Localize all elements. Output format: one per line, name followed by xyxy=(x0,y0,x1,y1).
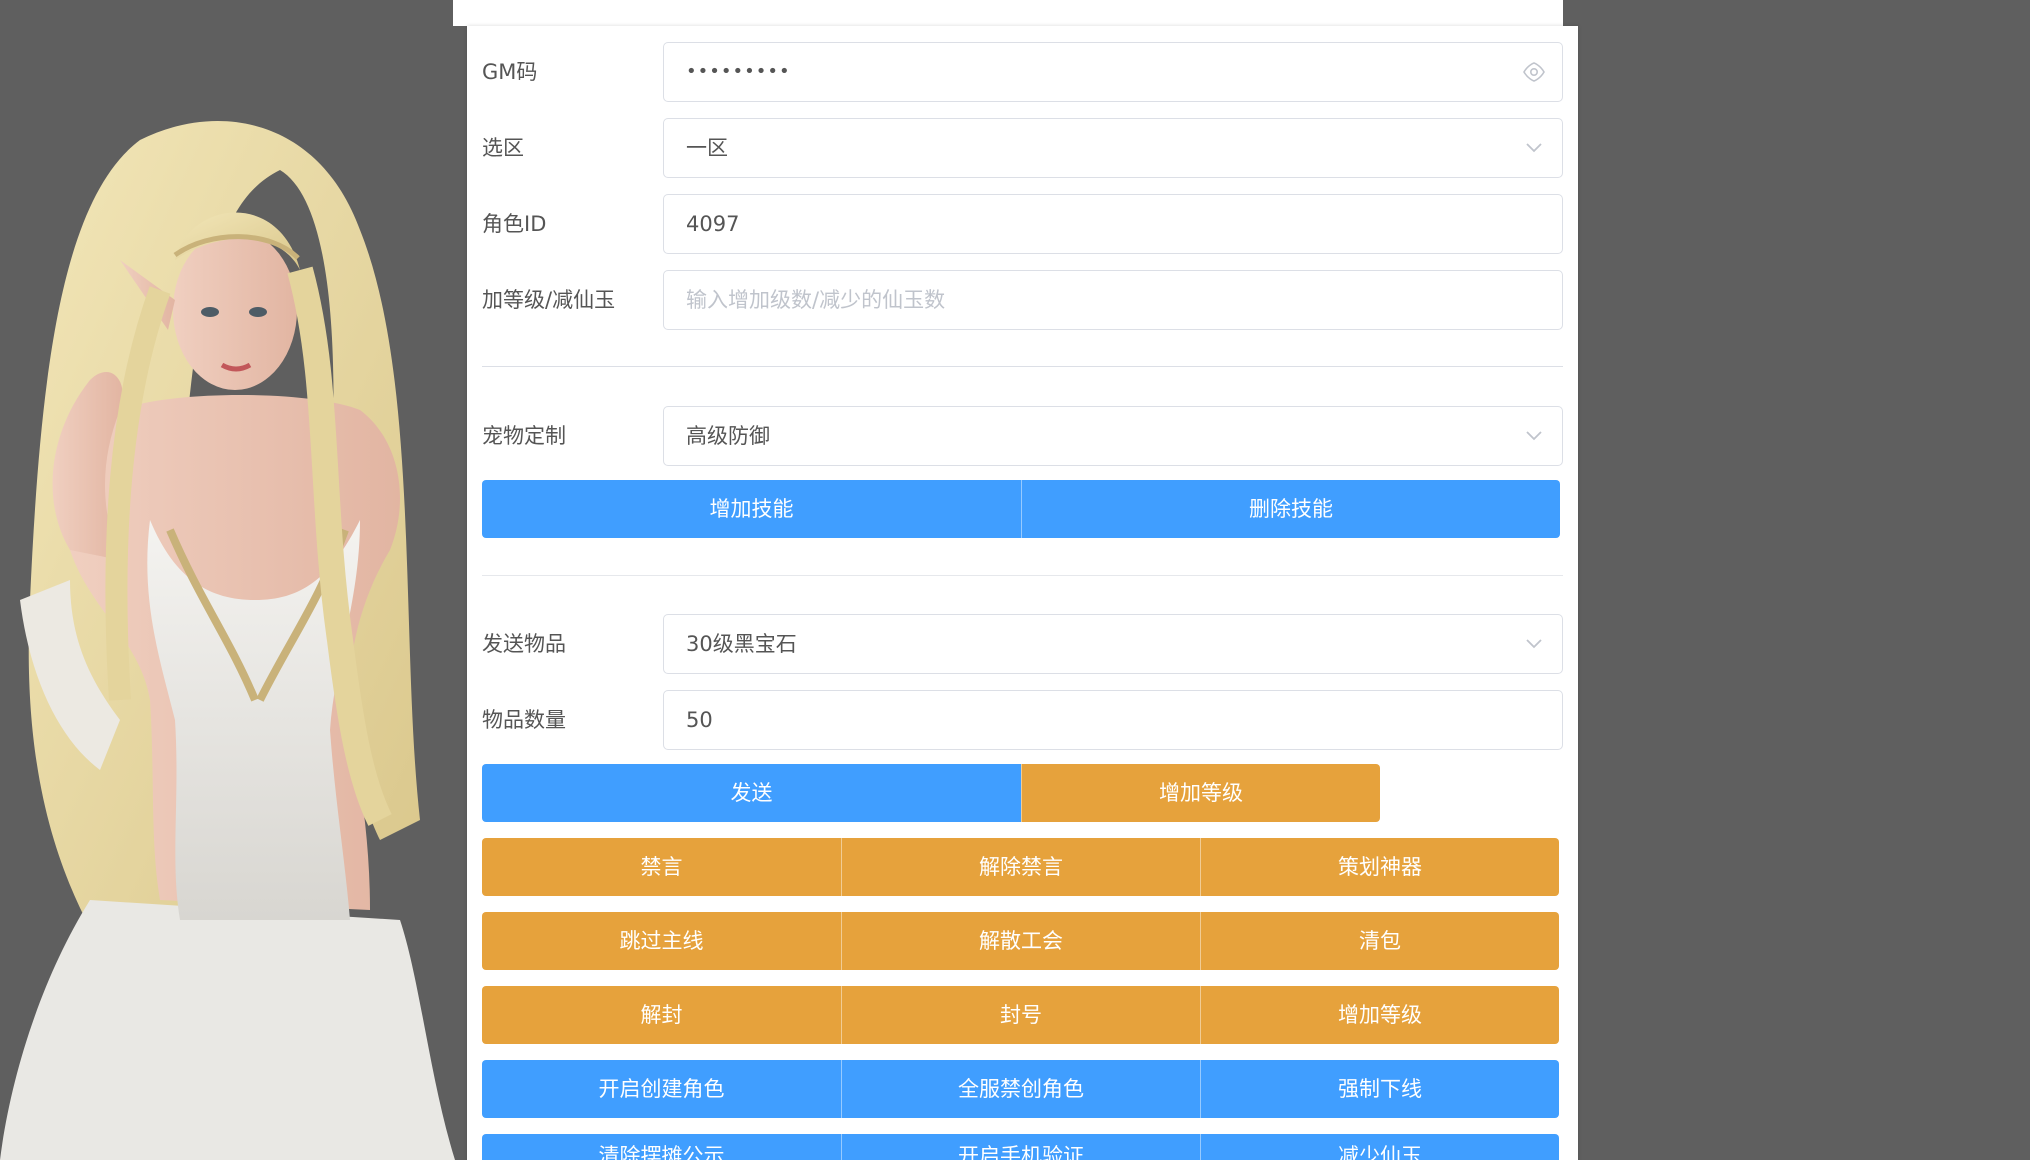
level-placeholder: 输入增加级数/减少的仙玉数 xyxy=(686,288,946,312)
level-input[interactable]: 输入增加级数/减少的仙玉数 xyxy=(663,270,1563,330)
mute-button[interactable]: 禁言 xyxy=(482,838,841,896)
unban-button[interactable]: 解封 xyxy=(482,986,841,1044)
chevron-down-icon xyxy=(1522,119,1546,177)
enable-phone-verify-button[interactable]: 开启手机验证 xyxy=(841,1134,1200,1160)
divider xyxy=(482,575,1563,576)
pet-value: 高级防御 xyxy=(686,424,770,448)
pet-select[interactable]: 高级防御 xyxy=(663,406,1563,466)
row-pet: 宠物定制 高级防御 xyxy=(482,406,1563,466)
skip-main-quest-button[interactable]: 跳过主线 xyxy=(482,912,841,970)
row-zone: 选区 一区 xyxy=(482,118,1563,178)
page: GM码 ••••••••• 选区 一区 角色ID 4097 加等级/减仙玉 输入… xyxy=(0,0,2030,1160)
gm-code-input[interactable]: ••••••••• xyxy=(663,42,1563,102)
row-quantity: 物品数量 50 xyxy=(482,690,1563,750)
server-ban-create-role-button[interactable]: 全服禁创角色 xyxy=(841,1060,1200,1118)
role-id-input[interactable]: 4097 xyxy=(663,194,1563,254)
gm-panel: GM码 ••••••••• 选区 一区 角色ID 4097 加等级/减仙玉 输入… xyxy=(467,26,1578,1160)
quantity-input[interactable]: 50 xyxy=(663,690,1563,750)
eye-icon[interactable] xyxy=(1522,43,1546,101)
add-level-button[interactable]: 增加等级 xyxy=(1021,764,1380,822)
zone-label: 选区 xyxy=(482,136,524,160)
send-button[interactable]: 发送 xyxy=(482,764,1021,822)
reduce-jade-button[interactable]: 减少仙玉 xyxy=(1200,1134,1559,1160)
item-label: 发送物品 xyxy=(482,632,566,656)
zone-select[interactable]: 一区 xyxy=(663,118,1563,178)
pet-label: 宠物定制 xyxy=(482,424,566,448)
add-skill-button[interactable]: 增加技能 xyxy=(482,480,1021,538)
quantity-value: 50 xyxy=(686,708,713,732)
open-create-role-button[interactable]: 开启创建角色 xyxy=(482,1060,841,1118)
divider xyxy=(482,366,1563,367)
unmute-button[interactable]: 解除禁言 xyxy=(841,838,1200,896)
chevron-down-icon xyxy=(1522,407,1546,465)
role-id-label: 角色ID xyxy=(482,212,547,236)
item-select[interactable]: 30级黑宝石 xyxy=(663,614,1563,674)
top-bar xyxy=(453,0,1563,26)
row-gm-code: GM码 ••••••••• xyxy=(482,42,1563,102)
character-illustration xyxy=(0,120,455,1160)
row-level: 加等级/减仙玉 输入增加级数/减少的仙玉数 xyxy=(482,270,1563,330)
row-role-id: 角色ID 4097 xyxy=(482,194,1563,254)
planner-artifact-button[interactable]: 策划神器 xyxy=(1200,838,1559,896)
disband-guild-button[interactable]: 解散工会 xyxy=(841,912,1200,970)
delete-skill-button[interactable]: 删除技能 xyxy=(1021,480,1560,538)
force-offline-button[interactable]: 强制下线 xyxy=(1200,1060,1559,1118)
clear-bag-button[interactable]: 清包 xyxy=(1200,912,1559,970)
role-id-value: 4097 xyxy=(686,212,740,236)
gm-code-label: GM码 xyxy=(482,60,538,84)
level-label: 加等级/减仙玉 xyxy=(482,288,616,312)
ban-account-button[interactable]: 封号 xyxy=(841,986,1200,1044)
item-value: 30级黑宝石 xyxy=(686,632,797,656)
chevron-down-icon xyxy=(1522,615,1546,673)
row-item: 发送物品 30级黑宝石 xyxy=(482,614,1563,674)
add-level-button-2[interactable]: 增加等级 xyxy=(1200,986,1559,1044)
zone-value: 一区 xyxy=(686,136,728,160)
gm-code-value: ••••••••• xyxy=(686,61,791,82)
clear-stall-notice-button[interactable]: 清除摆摊公示 xyxy=(482,1134,841,1160)
quantity-label: 物品数量 xyxy=(482,708,566,732)
